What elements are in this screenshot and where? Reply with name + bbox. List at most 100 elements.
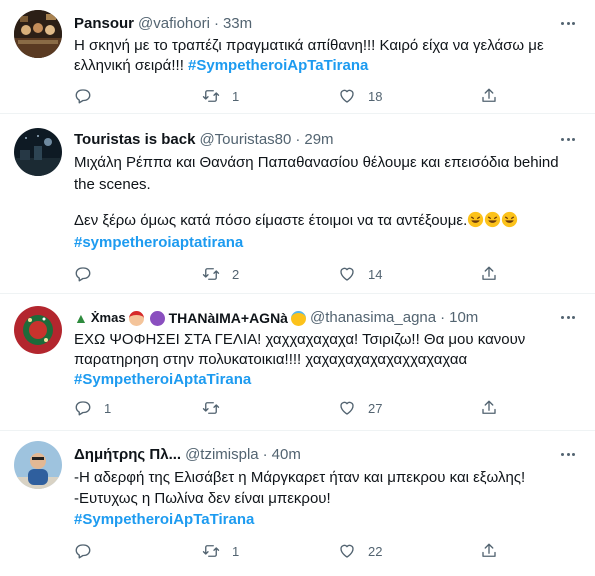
like-button[interactable]: 27 <box>338 399 382 417</box>
timestamp[interactable]: 40m <box>272 445 301 465</box>
retweet-button[interactable]: 1 <box>202 542 239 560</box>
retweet-count: 2 <box>232 266 240 282</box>
tweet-text: -Η αδερφή της Ελισάβετ η Μάργκαρετ ήταν … <box>74 467 579 530</box>
share-button[interactable] <box>480 542 498 560</box>
retweet-button[interactable]: 1 <box>202 87 239 105</box>
separator: · <box>213 15 219 32</box>
hashtag-link[interactable]: #SympetheroiApTaTirana <box>188 57 368 74</box>
avatar[interactable] <box>14 441 62 489</box>
user-handle[interactable]: @Touristas80 <box>199 130 291 150</box>
tweet-text-line: παρατηρηση στην πολυκατοικια!!!! χαχαχαχ… <box>74 351 468 368</box>
reply-icon <box>75 401 91 416</box>
tweet-actions: 1 22 <box>74 541 595 561</box>
separator: · <box>440 309 446 326</box>
tweet-text: Η σκηνή με το τραπέζι πραγματικά απίθανη… <box>74 36 579 76</box>
tweet[interactable]: Pansour @vafiohori · 33m Η σκηνή με το τ… <box>0 0 595 114</box>
tweet-text-line: -Ευτυχως η Πωλίνα δεν είναι μπεκρου! <box>74 490 331 507</box>
timestamp[interactable]: 33m <box>223 14 252 34</box>
reply-button[interactable] <box>74 265 104 283</box>
more-icon[interactable] <box>559 130 577 148</box>
tweet-header: Pansour @vafiohori · 33m <box>74 14 579 34</box>
tweet-text-line: #sympetheroiaptatirana <box>74 232 579 254</box>
more-icon[interactable] <box>559 445 577 463</box>
retweet-icon <box>202 402 220 414</box>
like-button[interactable]: 14 <box>338 265 382 283</box>
avatar-image <box>14 128 62 176</box>
hashtag-link[interactable]: #sympetheroiaptatirana <box>74 234 243 251</box>
user-name[interactable]: Pansour <box>74 14 134 34</box>
reply-icon <box>75 89 91 104</box>
devil-emoji-icon <box>149 310 165 326</box>
tweet-text-line: Μιχάλη Ρέππα και Θανάση Παπαθανασίου θέλ… <box>74 154 559 171</box>
rofl-emoji <box>467 211 518 229</box>
tweet-actions: 1 27 <box>74 398 595 418</box>
share-icon <box>482 400 496 414</box>
share-icon <box>482 266 496 280</box>
avatar[interactable] <box>14 128 62 176</box>
halo-emoji-icon <box>290 310 306 326</box>
like-button[interactable]: 22 <box>338 542 382 560</box>
like-icon <box>340 267 354 281</box>
retweet-count: 1 <box>232 543 240 559</box>
user-name-part[interactable]: Ẋmas <box>91 308 126 328</box>
reply-button[interactable] <box>74 87 104 105</box>
tweet[interactable]: Touristas is back @Touristas80 · 29m Μιχ… <box>0 114 595 294</box>
christmas-tree-icon: ▲ <box>74 310 88 326</box>
tweet-feed: Pansour @vafiohori · 33m Η σκηνή με το τ… <box>0 0 595 576</box>
reply-button[interactable]: 1 <box>74 399 111 417</box>
avatar[interactable] <box>14 306 62 354</box>
retweet-count: 1 <box>232 88 240 104</box>
tweet-header: Touristas is back @Touristas80 · 29m <box>74 130 579 150</box>
avatar[interactable] <box>14 10 62 58</box>
tweet-text-line: #SympetheroiAptaTirana <box>74 370 579 390</box>
retweet-button[interactable] <box>202 399 232 417</box>
tweet-text: Μιχάλη Ρέππα και Θανάση Παπαθανασίου θέλ… <box>74 152 579 254</box>
reply-icon <box>75 544 91 559</box>
share-icon <box>482 543 496 557</box>
user-handle[interactable]: @tzimispla <box>185 445 259 465</box>
tweet-text-line: #SympetheroiApTaTirana <box>74 509 579 530</box>
tweet-text-line: Η σκηνή με το τραπέζι πραγματικά απίθανη… <box>74 37 544 54</box>
retweet-icon <box>202 90 220 102</box>
reply-count: 1 <box>104 400 112 416</box>
user-name[interactable]: Touristas is back <box>74 130 195 150</box>
share-button[interactable] <box>480 87 498 105</box>
tweet-text-line: -Η αδερφή της Ελισάβετ η Μάργκαρετ ήταν … <box>74 469 526 486</box>
like-button[interactable]: 18 <box>338 87 382 105</box>
retweet-button[interactable]: 2 <box>202 265 239 283</box>
tweet-text-line <box>74 196 579 210</box>
separator: · <box>295 131 301 148</box>
retweet-icon <box>202 268 220 280</box>
user-handle[interactable]: @thanasima_agna <box>310 308 436 328</box>
separator: · <box>262 446 268 463</box>
reply-button[interactable] <box>74 542 104 560</box>
user-handle[interactable]: @vafiohori <box>138 14 210 34</box>
hashtag-link[interactable]: #SympetheroiAptaTirana <box>74 371 251 388</box>
like-icon <box>340 89 354 103</box>
retweet-icon <box>202 545 220 557</box>
avatar-image <box>14 306 62 354</box>
more-icon[interactable] <box>559 14 577 32</box>
timestamp[interactable]: 29m <box>304 130 333 150</box>
tweet-text-line: ελληνική σειρά!!! #SympetheroiApTaTirana <box>74 56 579 76</box>
like-count: 27 <box>368 400 383 416</box>
tweet-header: ▲ Ẋmas THANàIMA+AGNà @thanasima_agna · 1… <box>74 308 579 328</box>
hashtag-link[interactable]: #SympetheroiApTaTirana <box>74 511 254 528</box>
timestamp[interactable]: 10m <box>449 308 478 328</box>
user-name[interactable]: THANàIMA+AGNà <box>169 308 288 328</box>
like-icon <box>340 401 354 415</box>
tweet[interactable]: ▲ Ẋmas THANàIMA+AGNà @thanasima_agna · 1… <box>0 294 595 431</box>
tweet[interactable]: Δημήτρης Πλ... @tzimispla · 40m -Η αδερφ… <box>0 431 595 576</box>
tweet-text: ΕΧΩ ΨΟΦΗΣΕΙ ΣΤΑ ΓΕΛΙΑ! χαχχαχαχαχα! Τσιρ… <box>74 330 579 390</box>
tweet-text-line: ΕΧΩ ΨΟΦΗΣΕΙ ΣΤΑ ΓΕΛΙΑ! χαχχαχαχαχα! Τσιρ… <box>74 331 526 348</box>
user-name[interactable]: Δημήτρης Πλ... <box>74 445 181 465</box>
tweet-text-line: Δεν ξέρω όμως κατά πόσο είμαστε έτοιμοι … <box>74 210 579 232</box>
tweet-actions: 2 14 <box>74 264 595 284</box>
like-count: 14 <box>368 266 383 282</box>
more-icon[interactable] <box>559 308 577 326</box>
santa-emoji-icon <box>128 310 144 326</box>
tweet-text-segment: Δεν ξέρω όμως κατά πόσο είμαστε έτοιμοι … <box>74 212 468 229</box>
share-button[interactable] <box>480 399 498 417</box>
tweet-text-segment: ελληνική σειρά!!! <box>74 57 189 74</box>
share-button[interactable] <box>480 265 498 283</box>
